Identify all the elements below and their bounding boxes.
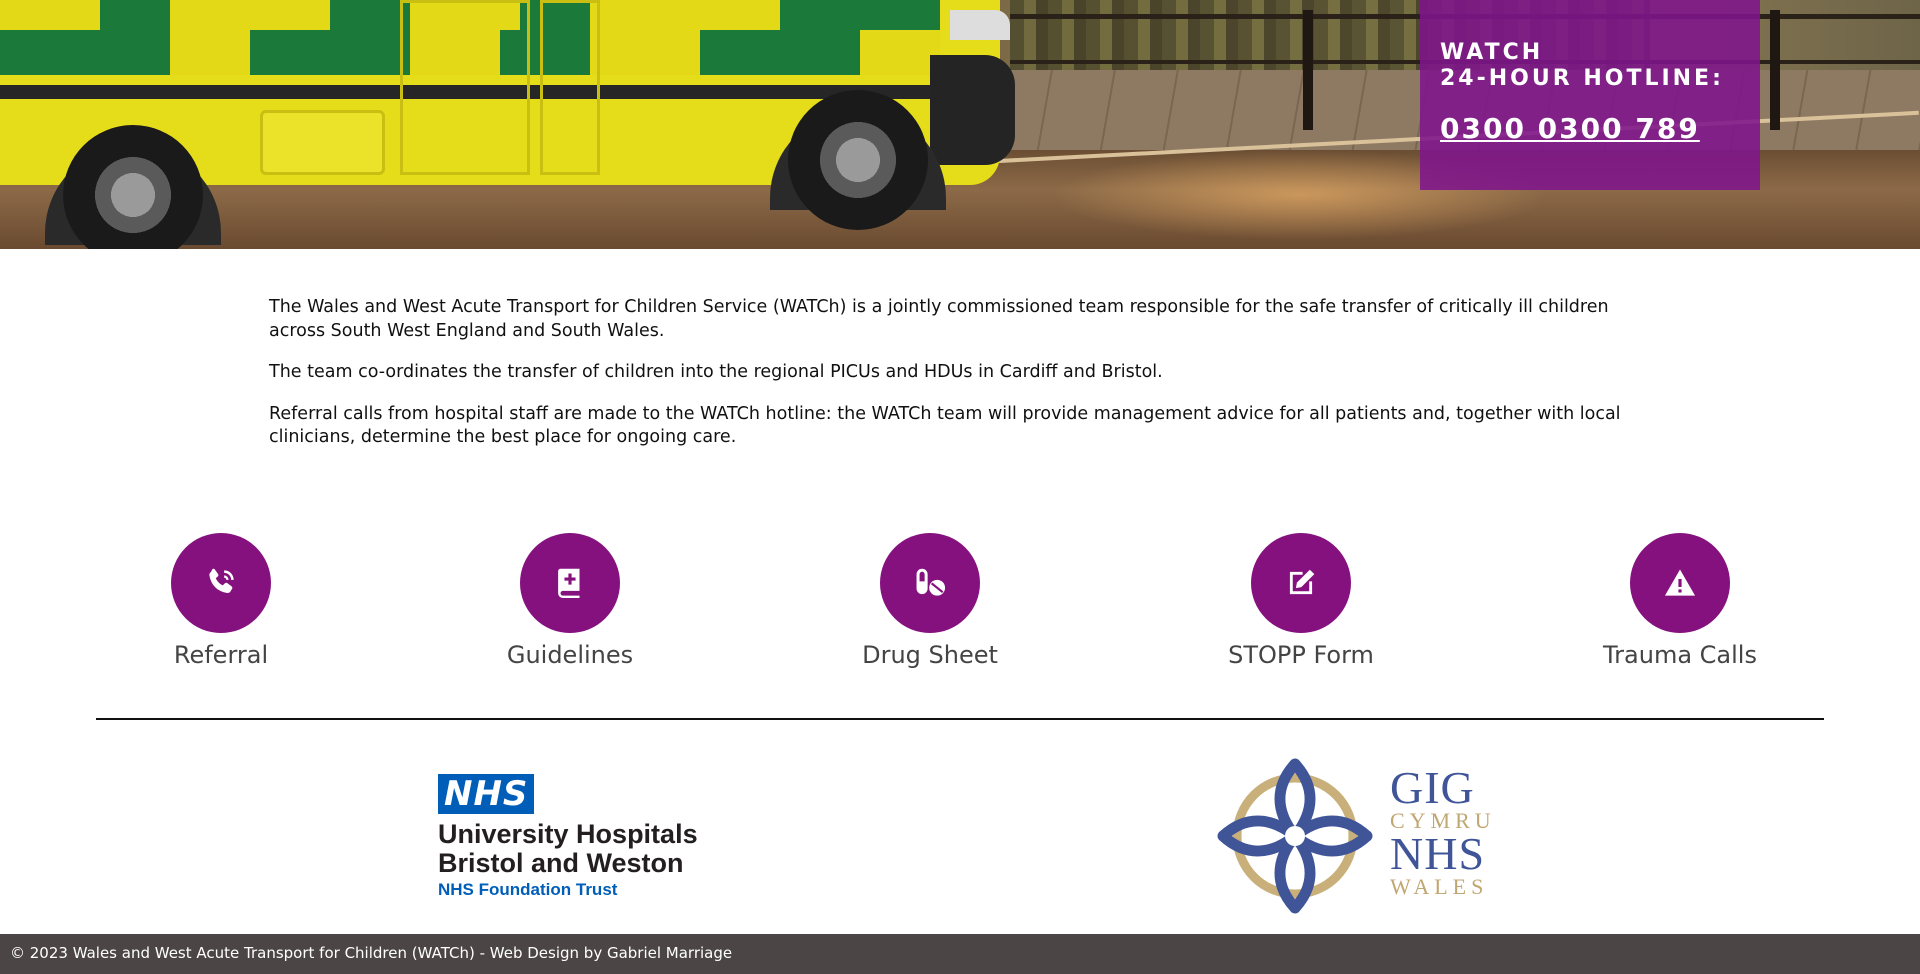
- uhbw-name-line3: NHS Foundation Trust: [438, 880, 618, 899]
- nhs-wales-wordmark: GIG CYMRU NHS WALES: [1390, 762, 1496, 899]
- uhbw-logo: NHS University Hospitals Bristol and Wes…: [438, 774, 708, 902]
- gig-text: GIG: [1390, 762, 1475, 813]
- ambulance-wheel: [788, 90, 928, 230]
- guidelines-label[interactable]: Guidelines: [470, 641, 670, 669]
- drug-sheet-link[interactable]: Drug Sheet: [830, 533, 1030, 669]
- trauma-calls-link-circle[interactable]: [1630, 533, 1730, 633]
- ambulance-door: [400, 0, 530, 175]
- ambulance-panel: [260, 110, 385, 175]
- hotline-phone-link[interactable]: 0300 0300 789: [1440, 112, 1700, 145]
- referral-link[interactable]: Referral: [121, 533, 321, 669]
- section-divider: [96, 718, 1824, 720]
- phone-icon: [209, 568, 234, 594]
- hotline-box: WATCH 24-HOUR HOTLINE: 0300 0300 789: [1420, 0, 1760, 190]
- celtic-knot-icon: [1217, 758, 1373, 914]
- hero-railing-post: [1303, 10, 1313, 130]
- intro-section: The Wales and West Acute Transport for C…: [269, 296, 1639, 468]
- referral-link-circle[interactable]: [171, 533, 271, 633]
- wales-text: WALES: [1390, 874, 1489, 899]
- pills-icon: [916, 568, 946, 596]
- ambulance-door: [540, 0, 600, 175]
- nhs-text: NHS: [1390, 828, 1486, 879]
- trauma-calls-link[interactable]: Trauma Calls: [1580, 533, 1780, 669]
- intro-paragraph: The Wales and West Acute Transport for C…: [269, 297, 1609, 341]
- stopp-form-link-circle[interactable]: [1251, 533, 1351, 633]
- footer-copyright: © 2023 Wales and West Acute Transport fo…: [10, 944, 733, 962]
- ambulance-bumper: [930, 55, 1015, 165]
- hero-railing-post: [1770, 10, 1780, 130]
- referral-label[interactable]: Referral: [121, 641, 321, 669]
- uhbw-name-line1: University Hospitals: [438, 819, 698, 849]
- stopp-form-link[interactable]: STOPP Form: [1201, 533, 1401, 669]
- stopp-form-label[interactable]: STOPP Form: [1201, 641, 1401, 669]
- guidelines-link-circle[interactable]: [520, 533, 620, 633]
- edit-form-icon: [1289, 569, 1315, 595]
- intro-paragraph: Referral calls from hospital staff are m…: [269, 403, 1621, 448]
- drug-sheet-label[interactable]: Drug Sheet: [830, 641, 1030, 669]
- ambulance-headlight: [950, 10, 1010, 40]
- hero-banner: WATCH 24-HOUR HOTLINE: 0300 0300 789: [0, 0, 1920, 249]
- hotline-title-line1: WATCH: [1440, 40, 1544, 65]
- medical-book-icon: [558, 568, 580, 599]
- footer: © 2023 Wales and West Acute Transport fo…: [0, 934, 1920, 974]
- nhs-wales-logo: GIG CYMRU NHS WALES: [1215, 756, 1515, 916]
- drug-sheet-link-circle[interactable]: [880, 533, 980, 633]
- uhbw-name-line2: Bristol and Weston: [438, 848, 684, 878]
- intro-paragraph: The team co-ordinates the transfer of ch…: [269, 362, 1163, 382]
- warning-icon: [1664, 569, 1696, 596]
- trauma-calls-label[interactable]: Trauma Calls: [1580, 641, 1780, 669]
- hotline-title-line2: 24-HOUR HOTLINE:: [1440, 66, 1724, 91]
- nhs-badge: NHS: [438, 774, 535, 814]
- guidelines-link[interactable]: Guidelines: [470, 533, 670, 669]
